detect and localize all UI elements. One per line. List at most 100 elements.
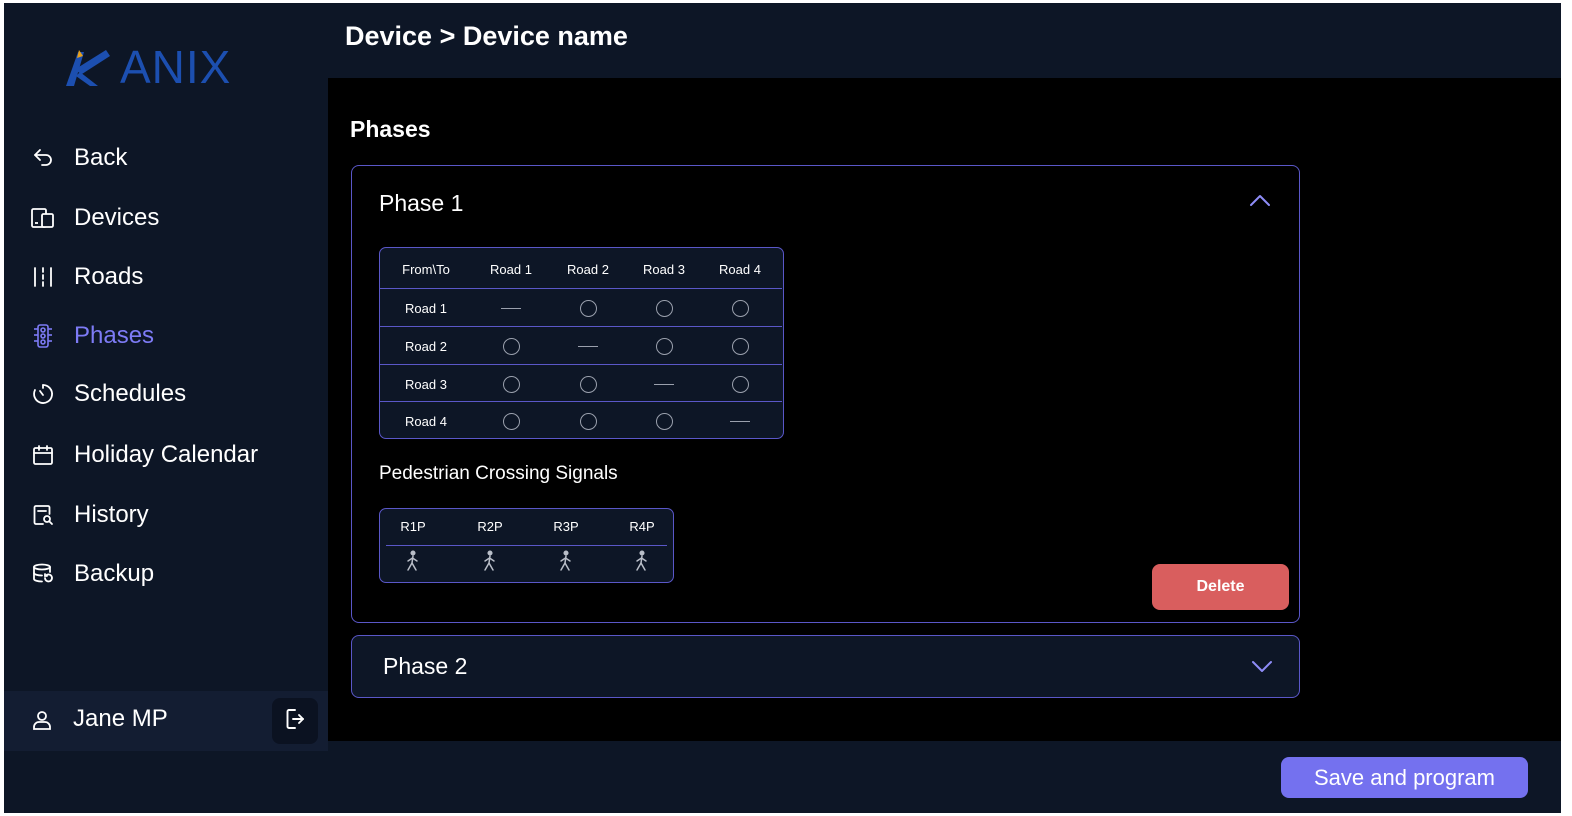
pedestrian-walk-icon[interactable] <box>557 550 575 577</box>
save-and-program-button[interactable]: Save and program <box>1281 757 1528 798</box>
sidebar-item-phases[interactable]: Phases <box>30 316 154 356</box>
matrix-cell <box>549 327 627 365</box>
sidebar-item-schedules[interactable]: Schedules <box>30 374 186 414</box>
matrix-cell <box>549 365 627 403</box>
matrix-cell <box>701 289 779 327</box>
dash-mark <box>654 383 674 385</box>
sidebar-item-label: Back <box>74 144 128 171</box>
matrix-cell <box>472 402 550 440</box>
conflict-toggle[interactable] <box>502 412 520 430</box>
matrix-row: Road 3 <box>380 364 782 403</box>
sidebar-item-devices[interactable]: Devices <box>30 198 159 238</box>
logo-text: ANIX <box>120 41 232 93</box>
conflict-toggle[interactable] <box>731 337 749 355</box>
conflict-toggle[interactable] <box>731 299 749 317</box>
conflict-toggle[interactable] <box>579 412 597 430</box>
user-name: Jane MP <box>73 705 168 732</box>
calendar-icon <box>30 442 56 468</box>
matrix-cell <box>701 402 779 440</box>
pedestrian-label: R3P <box>553 519 579 534</box>
sidebar-item-back[interactable]: Back <box>30 138 127 178</box>
sidebar-item-label: Backup <box>74 560 155 587</box>
roads-icon <box>30 264 56 290</box>
sidebar-item-label: Roads <box>74 263 144 290</box>
conflict-toggle[interactable] <box>731 375 749 393</box>
matrix-col-header: Road 4 <box>719 261 761 277</box>
matrix-cell <box>549 289 627 327</box>
phase-matrix: From\To Road 1 Road 2 Road 3 Road 4 Road… <box>379 247 784 439</box>
matrix-cell <box>625 402 703 440</box>
conflict-toggle[interactable] <box>655 412 673 430</box>
conflict-toggle[interactable] <box>502 375 520 393</box>
matrix-cell <box>701 327 779 365</box>
sidebar-item-history[interactable]: History <box>30 495 149 535</box>
sidebar: ANIX Back Devices Roads Phases Schedules… <box>4 3 328 813</box>
sidebar-item-label: Phases <box>74 322 155 349</box>
conflict-toggle[interactable] <box>502 337 520 355</box>
chevron-up-icon[interactable] <box>1249 193 1271 212</box>
main-content: Phases Phase 1 From\To Road 1 Road 2 Roa… <box>328 78 1561 741</box>
matrix-cell <box>549 402 627 440</box>
divider <box>386 545 667 546</box>
matrix-col-header: Road 1 <box>490 261 532 277</box>
chevron-down-icon[interactable] <box>1251 659 1273 678</box>
matrix-cell <box>625 289 703 327</box>
conflict-toggle[interactable] <box>579 375 597 393</box>
phase-card-2[interactable]: Phase 2 <box>351 635 1300 698</box>
conflict-toggle[interactable] <box>655 337 673 355</box>
matrix-col-header: Road 3 <box>643 261 685 277</box>
sidebar-item-backup[interactable]: Backup <box>30 554 154 594</box>
matrix-row-label: Road 3 <box>405 376 447 392</box>
logout-icon <box>283 707 307 736</box>
app-window: ANIX Back Devices Roads Phases Schedules… <box>4 3 1561 813</box>
pedestrian-walk-icon[interactable] <box>404 550 422 577</box>
page-title: Phases <box>350 116 431 142</box>
conflict-toggle[interactable] <box>655 299 673 317</box>
header: Device > Device name <box>328 3 1561 78</box>
pedestrian-label: R1P <box>400 519 426 534</box>
logo: ANIX <box>62 41 231 93</box>
devices-icon <box>30 205 56 231</box>
pedestrian-label: R2P <box>477 519 503 534</box>
logout-button[interactable] <box>272 698 318 744</box>
matrix-cell <box>472 365 550 403</box>
sidebar-item-label: Devices <box>74 204 160 231</box>
matrix-header-row: From\To Road 1 Road 2 Road 3 Road 4 <box>380 250 782 288</box>
matrix-row-label: Road 1 <box>405 300 447 316</box>
pedestrian-walk-icon[interactable] <box>481 550 499 577</box>
conflict-toggle[interactable] <box>579 299 597 317</box>
dash-mark <box>501 307 521 309</box>
matrix-corner: From\To <box>402 261 450 277</box>
matrix-row: Road 4 <box>380 401 782 440</box>
breadcrumb: Device > Device name <box>345 21 628 51</box>
history-search-icon <box>30 502 56 528</box>
matrix-row-label: Road 2 <box>405 338 447 354</box>
matrix-cell <box>625 327 703 365</box>
dash-mark <box>730 420 750 422</box>
delete-button[interactable]: Delete <box>1152 564 1289 610</box>
matrix-cell <box>701 365 779 403</box>
sidebar-item-roads[interactable]: Roads <box>30 257 143 297</box>
sidebar-item-label: History <box>74 501 149 528</box>
matrix-row-label: Road 4 <box>405 413 447 429</box>
matrix-cell <box>472 327 550 365</box>
matrix-cell <box>472 289 550 327</box>
phase-title: Phase 1 <box>379 190 464 216</box>
user-bar: Jane MP <box>4 691 328 751</box>
phase-card-1: Phase 1 From\To Road 1 Road 2 Road 3 Roa… <box>351 165 1300 623</box>
dash-mark <box>578 345 598 347</box>
pedestrian-signals: R1P R2P R3P R4P <box>379 508 674 583</box>
sidebar-item-holiday-calendar[interactable]: Holiday Calendar <box>30 435 258 475</box>
pedestrian-walk-icon[interactable] <box>633 550 651 577</box>
sidebar-item-label: Holiday Calendar <box>74 441 259 468</box>
matrix-row: Road 2 <box>380 326 782 365</box>
backup-icon <box>30 561 56 587</box>
matrix-col-header: Road 2 <box>567 261 609 277</box>
pedestrian-label: R4P <box>629 519 655 534</box>
matrix-row: Road 1 <box>380 288 782 327</box>
sidebar-item-label: Schedules <box>74 380 187 407</box>
phase-title: Phase 2 <box>383 653 468 679</box>
traffic-light-icon <box>30 323 56 349</box>
timer-icon <box>30 381 56 407</box>
matrix-cell <box>625 365 703 403</box>
